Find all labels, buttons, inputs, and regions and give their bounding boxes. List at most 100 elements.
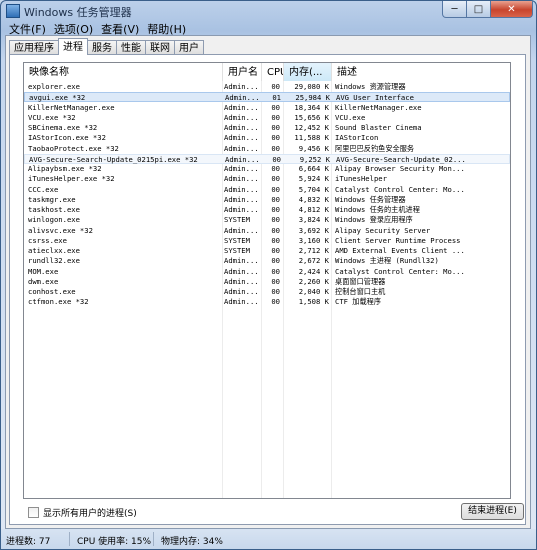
title-bar[interactable]: Windows 任务管理器 ─ □ ✕ [1, 1, 536, 21]
process-memory: 3,160 K [298, 235, 329, 245]
process-cpu: 00 [271, 297, 280, 307]
process-description: Windows 主进程 (Rundll32) [335, 256, 439, 266]
process-description: Windows 登录应用程序 [335, 215, 413, 225]
process-row[interactable]: taskhost.exe Admin... 00 4,812 K Windows 任务的… [24, 205, 510, 215]
process-row[interactable]: conhost.exe Admin... 00 2,040 K 控制台窗口主机 [24, 287, 510, 297]
process-image-name: taskmgr.exe [28, 194, 76, 204]
client-area: 应用程序 进程 服务 性能 联网 用户 映像名称 用户名 CPU 内存(... … [5, 35, 531, 529]
process-row[interactable]: MOM.exe Admin... 00 2,424 K Catalyst Control… [24, 267, 510, 277]
process-image-name: conhost.exe [28, 287, 76, 296]
process-user-name: SYSTEM [224, 235, 250, 245]
process-user-name: Admin... [224, 143, 259, 153]
process-row[interactable]: alivsvc.exe *32 Admin... 00 3,692 K Alipay S… [24, 226, 510, 236]
process-user-name: Admin... [224, 133, 259, 143]
process-user-name: Admin... [224, 276, 259, 286]
minimize-button[interactable]: ─ [442, 1, 467, 18]
process-cpu: 00 [271, 235, 280, 245]
process-cpu: 00 [271, 287, 280, 296]
tab-users[interactable]: 用户 [174, 40, 204, 55]
process-row[interactable]: csrss.exe SYSTEM 00 3,160 K Client Server Ru… [24, 236, 510, 246]
status-bar: 进程数: 77 CPU 使用率: 15% 物理内存: 34% [1, 529, 536, 549]
process-image-name: VCU.exe *32 [28, 112, 76, 122]
menu-options[interactable]: 选项(O) [50, 21, 97, 36]
process-description: Windows 资源管理器 [335, 82, 406, 91]
column-header-description[interactable]: 描述 [332, 63, 510, 81]
process-row[interactable]: Alipaybsm.exe *32 Admin... 00 6,664 K Alipay… [24, 164, 510, 174]
process-user-name: Admin... [224, 164, 259, 173]
process-user-name: Admin... [224, 225, 259, 235]
process-row[interactable]: ctfmon.exe *32 Admin... 00 1,508 K CTF 加载程序 [24, 297, 510, 307]
process-row[interactable]: atieclxx.exe SYSTEM 00 2,712 K AMD External … [24, 246, 510, 256]
show-all-users-option[interactable]: 显示所有用户的进程(S) [28, 506, 137, 519]
process-row[interactable]: iTunesHelper.exe *32 Admin... 00 5,924 K iTu… [24, 174, 510, 184]
process-cpu: 00 [271, 174, 280, 184]
process-row[interactable]: dwm.exe Admin... 00 2,260 K 桌面窗口管理器 [24, 277, 510, 287]
process-image-name: rundll32.exe [28, 256, 80, 266]
process-user-name: Admin... [224, 194, 259, 204]
process-row[interactable]: VCU.exe *32 Admin... 00 15,656 K VCU.exe [24, 113, 510, 123]
process-memory: 2,424 K [298, 266, 329, 276]
process-memory: 2,260 K [298, 276, 329, 286]
column-header-cpu[interactable]: CPU [262, 63, 284, 81]
tab-performance[interactable]: 性能 [116, 40, 146, 55]
process-row[interactable]: rundll32.exe Admin... 00 2,672 K Windows 主进程… [24, 256, 510, 266]
process-image-name: Alipaybsm.exe *32 [28, 164, 102, 173]
process-user-name: Admin... [224, 297, 259, 307]
minimize-icon: ─ [451, 3, 458, 15]
process-row[interactable]: explorer.exe Admin... 00 29,080 K Windows 资源… [24, 82, 510, 92]
process-cpu: 00 [271, 143, 280, 153]
window-title: Windows 任务管理器 [24, 6, 132, 19]
process-user-name: Admin... [224, 123, 259, 132]
column-header-memory[interactable]: 内存(... [284, 63, 332, 81]
process-user-name: Admin... [224, 287, 259, 296]
process-memory: 1,508 K [298, 297, 329, 307]
tab-processes[interactable]: 进程 [58, 38, 88, 55]
process-list[interactable]: 映像名称 用户名 CPU 内存(... 描述 explorer.exe Admin… [23, 62, 511, 499]
process-description: Windows 任务的主机进程 [335, 205, 420, 214]
tab-networking[interactable]: 联网 [145, 40, 175, 55]
process-row[interactable]: SBCinema.exe *32 Admin... 00 12,452 K Sound … [24, 123, 510, 133]
process-row[interactable]: TaobaoProtect.exe *32 Admin... 00 9,456 K 阿里… [24, 144, 510, 154]
show-all-users-checkbox[interactable] [28, 507, 39, 518]
end-process-button[interactable]: 结束进程(E) [461, 503, 524, 520]
process-image-name: alivsvc.exe *32 [28, 225, 93, 235]
status-physical-memory: 物理内存: 34% [161, 537, 223, 547]
task-manager-app-icon [6, 4, 20, 18]
process-description: IAStorIcon [335, 133, 379, 143]
process-cpu: 00 [271, 194, 280, 204]
process-description: Windows 任务管理器 [335, 194, 406, 204]
processes-tab-page: 映像名称 用户名 CPU 内存(... 描述 explorer.exe Admin… [9, 54, 526, 525]
menu-view[interactable]: 查看(V) [97, 21, 143, 36]
list-header: 映像名称 用户名 CPU 内存(... 描述 [24, 63, 510, 81]
process-image-name: taskhost.exe [28, 205, 80, 214]
process-description: CTF 加载程序 [335, 297, 382, 307]
tab-applications[interactable]: 应用程序 [9, 40, 59, 55]
menu-help[interactable]: 帮助(H) [143, 21, 190, 36]
tab-services[interactable]: 服务 [87, 40, 117, 55]
menu-bar: 文件(F) 选项(O) 查看(V) 帮助(H) [5, 21, 190, 36]
maximize-button[interactable]: □ [467, 1, 491, 18]
process-row[interactable]: AVG-Secure-Search-Update_0215pi.exe *32 A… [24, 153, 510, 164]
process-row[interactable]: CCC.exe Admin... 00 5,704 K Catalyst Control… [24, 185, 510, 195]
close-button[interactable]: ✕ [491, 1, 533, 18]
process-row[interactable]: IAStorIcon.exe *32 Admin... 00 11,588 K IASt… [24, 133, 510, 143]
column-header-user-name[interactable]: 用户名 [223, 63, 262, 81]
process-image-name: explorer.exe [28, 82, 80, 91]
menu-file[interactable]: 文件(F) [5, 21, 50, 36]
process-memory: 3,692 K [298, 225, 329, 235]
process-description: iTunesHelper [335, 174, 387, 184]
process-row[interactable]: taskmgr.exe Admin... 00 4,832 K Windows 任务管理… [24, 195, 510, 205]
process-row[interactable]: KillerNetManager.exe Admin... 00 18,364 K Ki… [24, 103, 510, 113]
process-image-name: MOM.exe [28, 266, 59, 276]
process-memory: 15,656 K [294, 112, 329, 122]
process-row[interactable]: avgui.exe *32 Admin... 01 25,984 K AVG User … [24, 92, 510, 103]
process-image-name: dwm.exe [28, 276, 59, 286]
process-memory: 29,080 K [294, 82, 329, 91]
column-header-image-name[interactable]: 映像名称 [24, 63, 223, 81]
caption-buttons: ─ □ ✕ [442, 1, 533, 18]
process-memory: 2,672 K [298, 256, 329, 266]
process-row[interactable]: winlogon.exe SYSTEM 00 3,824 K Windows 登录应用程… [24, 215, 510, 225]
process-cpu: 00 [271, 112, 280, 122]
status-process-count: 进程数: 77 [6, 537, 51, 547]
process-cpu: 00 [271, 205, 280, 214]
